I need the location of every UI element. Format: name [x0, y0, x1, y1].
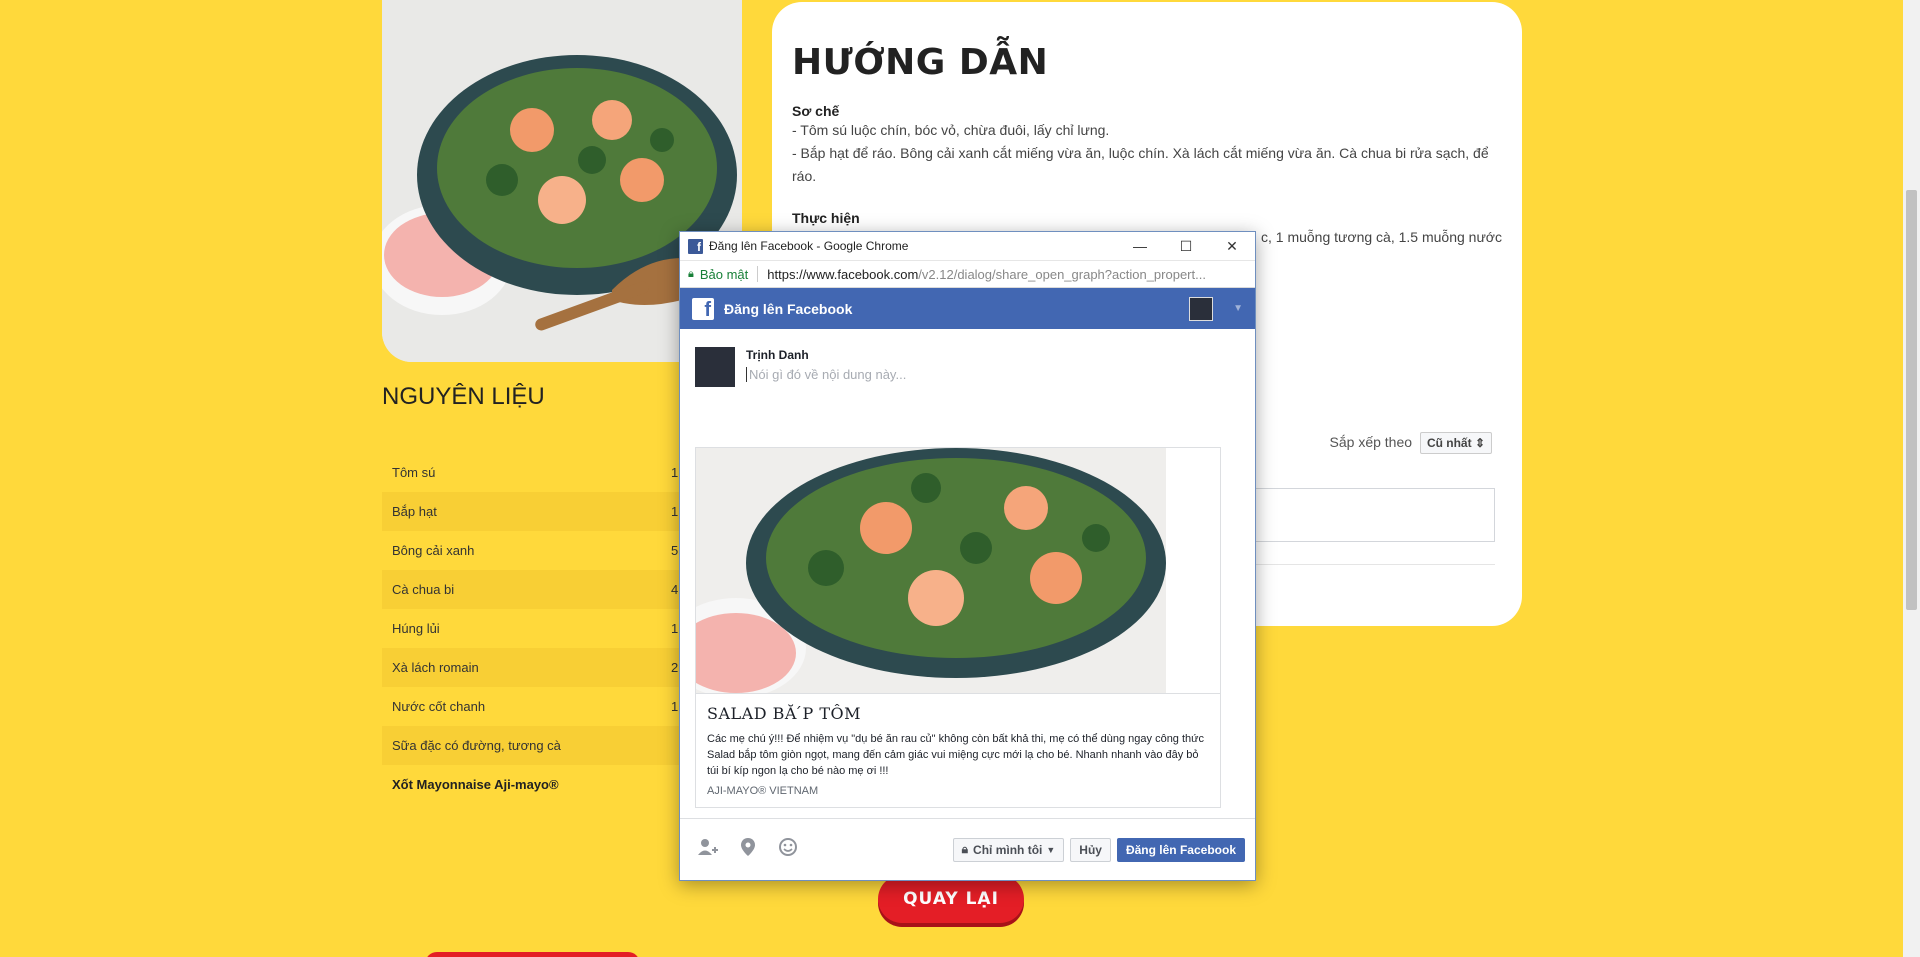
fb-dialog-title: Đăng lên Facebook [724, 300, 853, 317]
map-pin-icon[interactable] [738, 838, 758, 861]
smiley-icon[interactable] [778, 838, 798, 861]
ingredient-row: Nước cốt chanh 1 [392, 699, 679, 714]
ingredient-row: Cà chua bi 4 [382, 570, 682, 609]
preview-title: SALAD BĂ ́P TÔM [707, 704, 862, 723]
minimize-button[interactable]: — [1117, 232, 1163, 261]
ingredient-row: Tôm sú 1 [392, 465, 679, 480]
sort-label: Sắp xếp theo [1329, 434, 1413, 450]
cancel-button[interactable]: Hủy [1070, 837, 1111, 862]
lock-icon: 🔒︎ [688, 267, 694, 280]
comment-sort: Sắp xếp theo Cũ nhất ⇕ [1330, 432, 1492, 454]
chevron-down-icon: ▼ [1046, 844, 1056, 855]
window-title: Đăng lên Facebook - Google Chrome [709, 239, 909, 253]
post-to-facebook-button[interactable]: Đăng lên Facebook [1116, 837, 1245, 862]
back-button[interactable]: QUAY LẠI [878, 875, 1024, 923]
post-composer: Trịnh Danh Nói gì đó về nội dung này... [680, 329, 1255, 429]
fb-dialog-header: f Đăng lên Facebook ▼ [680, 288, 1255, 329]
window-titlebar: f Đăng lên Facebook - Google Chrome — ☐ … [680, 232, 1255, 261]
ingredient-row: Xà lách romain 2 [382, 648, 682, 687]
url-path: /v2.12/dialog/share_open_graph?action_pr… [918, 266, 1206, 282]
facebook-share-window: f Đăng lên Facebook - Google Chrome — ☐ … [679, 231, 1256, 881]
user-name: Trịnh Danh [746, 348, 809, 362]
url-host: https://www.facebook.com [767, 266, 919, 282]
facebook-logo-icon: f [692, 297, 714, 320]
lock-icon: 🔒︎ [961, 842, 969, 856]
preview-description: Các mẹ chú ý!!! Để nhiệm vụ "dụ bé ăn ra… [707, 733, 1205, 777]
page-scrollbar[interactable] [1903, 0, 1920, 957]
prep-step-1: - Tôm sú luộc chín, bóc vỏ, chừa đuôi, l… [792, 122, 1110, 138]
maximize-button[interactable]: ☐ [1163, 232, 1209, 261]
chevron-down-icon[interactable]: ▼ [1233, 303, 1243, 314]
facebook-icon: f [688, 238, 703, 254]
ingredient-row: Sữa đặc có đường, tương cà [382, 726, 682, 765]
ingredients-table: Tôm sú 1 Bắp hạt 1 Bông cải xanh 5 Cà chua … [382, 453, 682, 804]
prep-step-2-cont: ráo. [792, 168, 817, 184]
fb-dialog-footer: 🔒︎ Chỉ mình tôi ▼ Hủy Đăng lên Facebook [680, 818, 1255, 880]
ingredient-row: Húng lủi 1 [392, 621, 679, 636]
ingredient-row: Bông cải xanh 5 [392, 543, 679, 558]
account-avatar[interactable] [1189, 297, 1213, 321]
link-preview[interactable]: SALAD BĂ ́P TÔM Các mẹ chú ý!!! Để nhiệm… [695, 447, 1221, 808]
post-text-input[interactable]: Nói gì đó về nội dung này... [746, 367, 906, 382]
prep-step-2: - Bắp hạt để ráo. Bông cải xanh cắt miến… [792, 145, 1489, 161]
preview-source: AJI-MAYO® VIETNAM [707, 785, 819, 797]
person-plus-icon[interactable] [698, 838, 718, 861]
instructions-title: HƯỚNG DẪN [792, 42, 1049, 83]
bottom-red-shape [425, 952, 640, 957]
prep-heading: Sơ chế [792, 103, 840, 119]
preview-image [696, 448, 1166, 693]
ingredients-title: NGUYÊN LIỆU [382, 383, 545, 410]
privacy-selector[interactable]: 🔒︎ Chỉ mình tôi ▼ [952, 837, 1065, 862]
preview-body: SALAD BĂ ́P TÔM Các mẹ chú ý!!! Để nhiệm… [696, 693, 1220, 807]
secure-label: Bảo mật [699, 266, 749, 282]
address-bar[interactable]: 🔒︎ Bảo mật https://www.facebook.com/v2.1… [680, 261, 1255, 288]
steps-heading: Thực hiện [792, 210, 860, 226]
scrollbar-thumb[interactable] [1906, 190, 1917, 610]
avatar [695, 347, 735, 387]
sort-select[interactable]: Cũ nhất ⇕ [1419, 432, 1492, 454]
close-button[interactable]: ✕ [1209, 232, 1255, 261]
ingredient-row: Bắp hạt 1 [382, 492, 682, 531]
ingredient-row: Xốt Mayonnaise Aji-mayo® [392, 777, 559, 792]
